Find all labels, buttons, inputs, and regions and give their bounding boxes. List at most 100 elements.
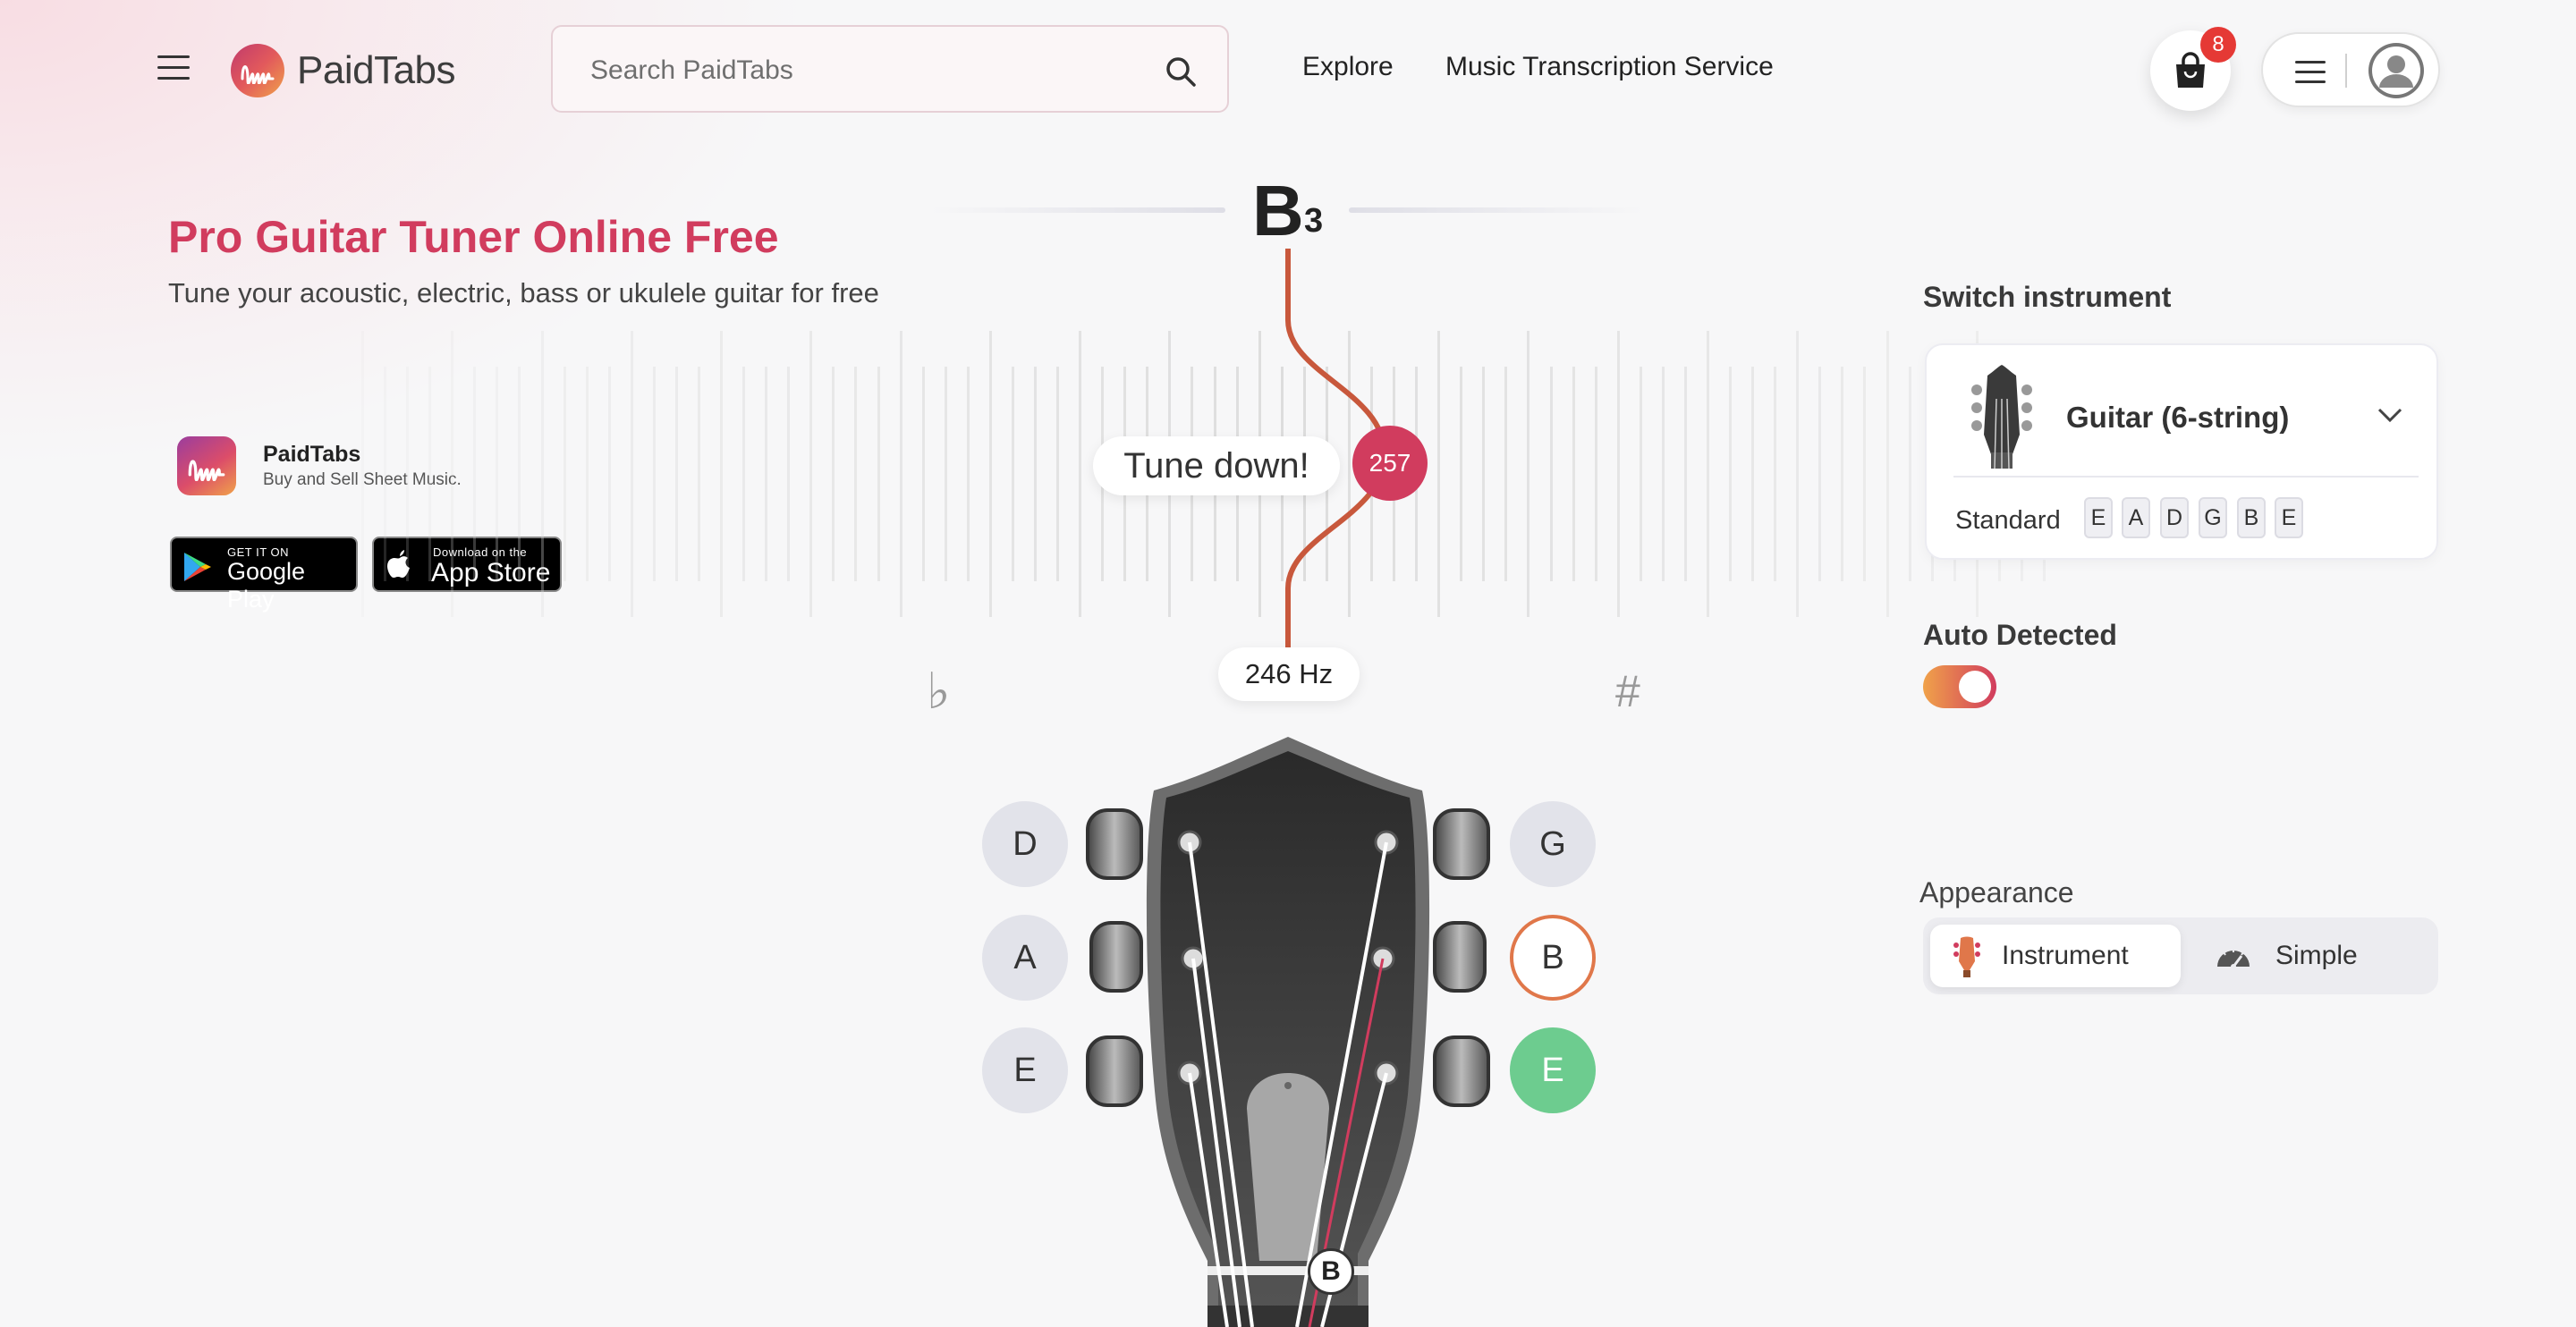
scale-tick: [809, 331, 813, 617]
string-button-b[interactable]: B: [1510, 915, 1596, 1001]
divider: [2345, 54, 2347, 88]
string-button-a[interactable]: A: [982, 915, 1068, 1001]
nav-transcription-service[interactable]: Music Transcription Service: [1445, 52, 1774, 82]
tuning-note-chip: D: [2160, 497, 2189, 538]
logo[interactable]: PaidTabs: [231, 43, 456, 98]
cart-count-badge: 8: [2200, 27, 2236, 63]
detected-octave: 3: [1304, 202, 1324, 240]
scale-tick: [765, 367, 768, 581]
scale-tick: [630, 331, 633, 617]
user-icon: [2372, 46, 2420, 95]
note-line-left: [930, 207, 1225, 213]
scale-tick: [1661, 367, 1665, 581]
scale-tick: [1818, 367, 1822, 581]
nav-explore[interactable]: Explore: [1302, 52, 1394, 82]
shopping-bag-icon: [2176, 52, 2205, 88]
scale-tick: [1482, 367, 1486, 581]
scale-tick: [1079, 331, 1082, 617]
scale-tick: [1639, 367, 1642, 581]
appearance-switch[interactable]: Instrument Simple: [1923, 917, 2438, 994]
scale-tick: [698, 367, 700, 581]
tuning-name: Standard: [1955, 506, 2061, 535]
instrument-name: Guitar (6-string): [2066, 401, 2290, 434]
scale-tick: [361, 331, 364, 617]
sharp-symbol: #: [1615, 666, 1640, 716]
scale-tick: [832, 367, 835, 581]
search-icon[interactable]: [1165, 55, 1197, 88]
tune-hint: Tune down!: [1093, 436, 1340, 495]
avatar[interactable]: [2368, 43, 2424, 98]
search-box[interactable]: [551, 25, 1229, 113]
scale-tick: [1908, 367, 1911, 581]
tuning-note-chip: E: [2275, 497, 2303, 538]
appearance-simple[interactable]: Simple: [2191, 925, 2431, 987]
scale-tick: [607, 367, 611, 581]
string-button-e-low[interactable]: E: [982, 1027, 1068, 1113]
current-string-marker: B: [1308, 1248, 1354, 1295]
app-name: PaidTabs: [263, 442, 361, 467]
gauge-icon: [2217, 947, 2250, 969]
scale-tick: [1572, 367, 1575, 581]
guitar-head-icon: [1953, 936, 1980, 977]
scale-tick: [1729, 367, 1733, 581]
scale-tick: [652, 367, 656, 581]
scale-tick: [1683, 367, 1687, 581]
frequency-readout: 246 Hz: [1218, 647, 1360, 701]
scale-tick: [563, 367, 566, 581]
search-input[interactable]: [589, 50, 1129, 91]
scale-tick: [966, 367, 970, 581]
hamburger-icon[interactable]: [2295, 61, 2326, 84]
scale-tick: [1594, 367, 1597, 581]
guitar-icon: [1971, 365, 2032, 469]
string-button-e-high[interactable]: E: [1510, 1027, 1596, 1113]
scale-tick: [720, 331, 724, 617]
switch-instrument-label: Switch instrument: [1923, 281, 2172, 313]
scale-tick: [1549, 367, 1553, 581]
auto-detect-toggle[interactable]: [1923, 665, 1996, 708]
app-store-button[interactable]: Download on the App Store: [372, 537, 562, 592]
scale-tick: [988, 331, 992, 617]
scale-tick: [742, 367, 746, 581]
scale-tick: [540, 331, 544, 617]
scale-tick: [1504, 367, 1508, 581]
scale-tick: [944, 367, 947, 581]
note-line-right: [1349, 207, 1644, 213]
scale-tick: [1437, 331, 1441, 617]
scale-tick: [428, 367, 432, 581]
account-menu[interactable]: [2261, 32, 2440, 107]
instrument-selector[interactable]: Guitar (6-string) Standard E A D G B E: [1925, 343, 2438, 560]
brand-name: PaidTabs: [297, 48, 456, 92]
string-button-d[interactable]: D: [982, 801, 1068, 887]
tuning-note-chip: B: [2237, 497, 2266, 538]
scale-tick: [1460, 367, 1463, 581]
scale-tick: [406, 367, 410, 581]
string-button-g[interactable]: G: [1510, 801, 1596, 887]
scale-tick: [877, 367, 880, 581]
scale-tick: [1774, 367, 1777, 581]
guitar-headstock: [1086, 737, 1490, 1327]
scale-tick: [1796, 331, 1800, 617]
scale-tick: [921, 367, 925, 581]
google-play-button[interactable]: GET IT ON Google Play: [170, 537, 358, 613]
scale-tick: [1863, 367, 1867, 581]
scale-tick: [585, 367, 589, 581]
paidtabs-app-icon[interactable]: [177, 436, 236, 495]
menu-icon[interactable]: [157, 52, 193, 84]
toggle-knob: [1959, 671, 1991, 703]
scale-tick: [674, 367, 678, 581]
appearance-instrument[interactable]: Instrument: [1930, 925, 2181, 987]
tuning-note-chip: E: [2084, 497, 2113, 538]
auto-detected-label: Auto Detected: [1923, 619, 2117, 651]
scale-tick: [1011, 367, 1014, 581]
chevron-down-icon[interactable]: [2376, 401, 2404, 429]
scale-tick: [451, 331, 454, 617]
scale-tick: [1751, 367, 1755, 581]
tuning-note-chip: A: [2122, 497, 2150, 538]
scale-tick: [473, 367, 477, 581]
scale-tick: [1034, 367, 1037, 581]
apple-icon: [387, 550, 410, 578]
scale-tick: [1885, 331, 1889, 617]
divider: [1953, 476, 2419, 478]
logo-mark-icon: [231, 44, 284, 97]
page-subtitle: Tune your acoustic, electric, bass or uk…: [168, 277, 879, 309]
